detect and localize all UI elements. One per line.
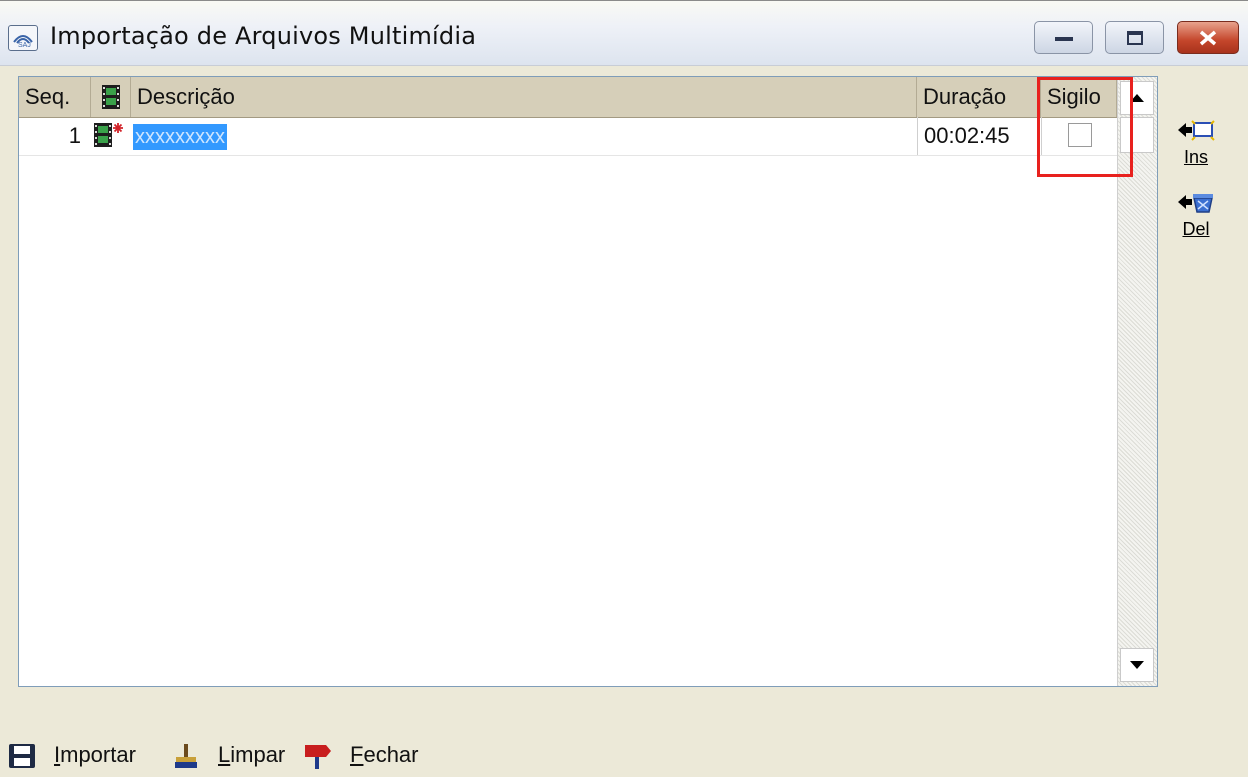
delete-icon <box>1178 194 1213 213</box>
sigilo-highlight-box <box>1037 77 1133 177</box>
window-title: Importação de Arquivos Multimídia <box>50 22 477 50</box>
film-icon <box>102 85 120 109</box>
film-new-icon <box>94 123 123 147</box>
column-header-seq[interactable]: Seq. <box>19 77 91 117</box>
delete-label: Del <box>1182 219 1210 239</box>
row-type <box>93 117 129 155</box>
broom-icon <box>175 744 197 768</box>
close-accelerator: F <box>350 742 364 767</box>
row-duracao: 00:02:45 <box>917 117 1041 155</box>
minimize-icon <box>1054 36 1073 41</box>
media-grid[interactable]: Seq. Descrição Duração Sigilo 1 xxxxxxxx… <box>18 76 1158 687</box>
arrow-down-icon <box>1130 661 1144 669</box>
scroll-down-button[interactable] <box>1120 648 1154 682</box>
insert-button[interactable]: Ins <box>1173 118 1219 168</box>
app-icon: SAJ <box>8 25 38 51</box>
clear-label: impar <box>230 742 286 767</box>
clear-accelerator: L <box>218 742 231 767</box>
column-header-type[interactable] <box>91 77 131 117</box>
row-descricao[interactable]: xxxxxxxxx <box>133 117 917 155</box>
insert-label: Ins <box>1183 147 1208 167</box>
restore-icon <box>1126 30 1143 45</box>
import-label: mportar <box>60 742 136 767</box>
column-header-duracao[interactable]: Duração <box>917 77 1041 117</box>
table-row[interactable]: 1 xxxxxxxxx 00:02:45 <box>19 117 1117 156</box>
row-seq: 1 <box>68 123 81 148</box>
close-icon <box>1199 30 1217 45</box>
restore-button[interactable] <box>1105 21 1164 54</box>
close-window-button[interactable] <box>1177 21 1239 54</box>
signpost-icon <box>305 745 331 769</box>
grid-header: Seq. Descrição Duração Sigilo <box>19 77 1117 118</box>
row-descricao-text: xxxxxxxxx <box>133 124 227 150</box>
save-icon <box>9 744 35 768</box>
minimize-button[interactable] <box>1034 21 1093 54</box>
delete-button[interactable]: Del <box>1173 190 1219 240</box>
title-bar[interactable]: SAJ Importação de Arquivos Multimídia <box>0 0 1248 66</box>
close-label: echar <box>363 742 419 767</box>
svg-text:SAJ: SAJ <box>18 42 31 48</box>
column-header-descricao[interactable]: Descrição <box>131 77 917 117</box>
bottom-toolbar: Importar Limpar Fechar <box>0 735 600 775</box>
insert-icon <box>1178 120 1215 141</box>
